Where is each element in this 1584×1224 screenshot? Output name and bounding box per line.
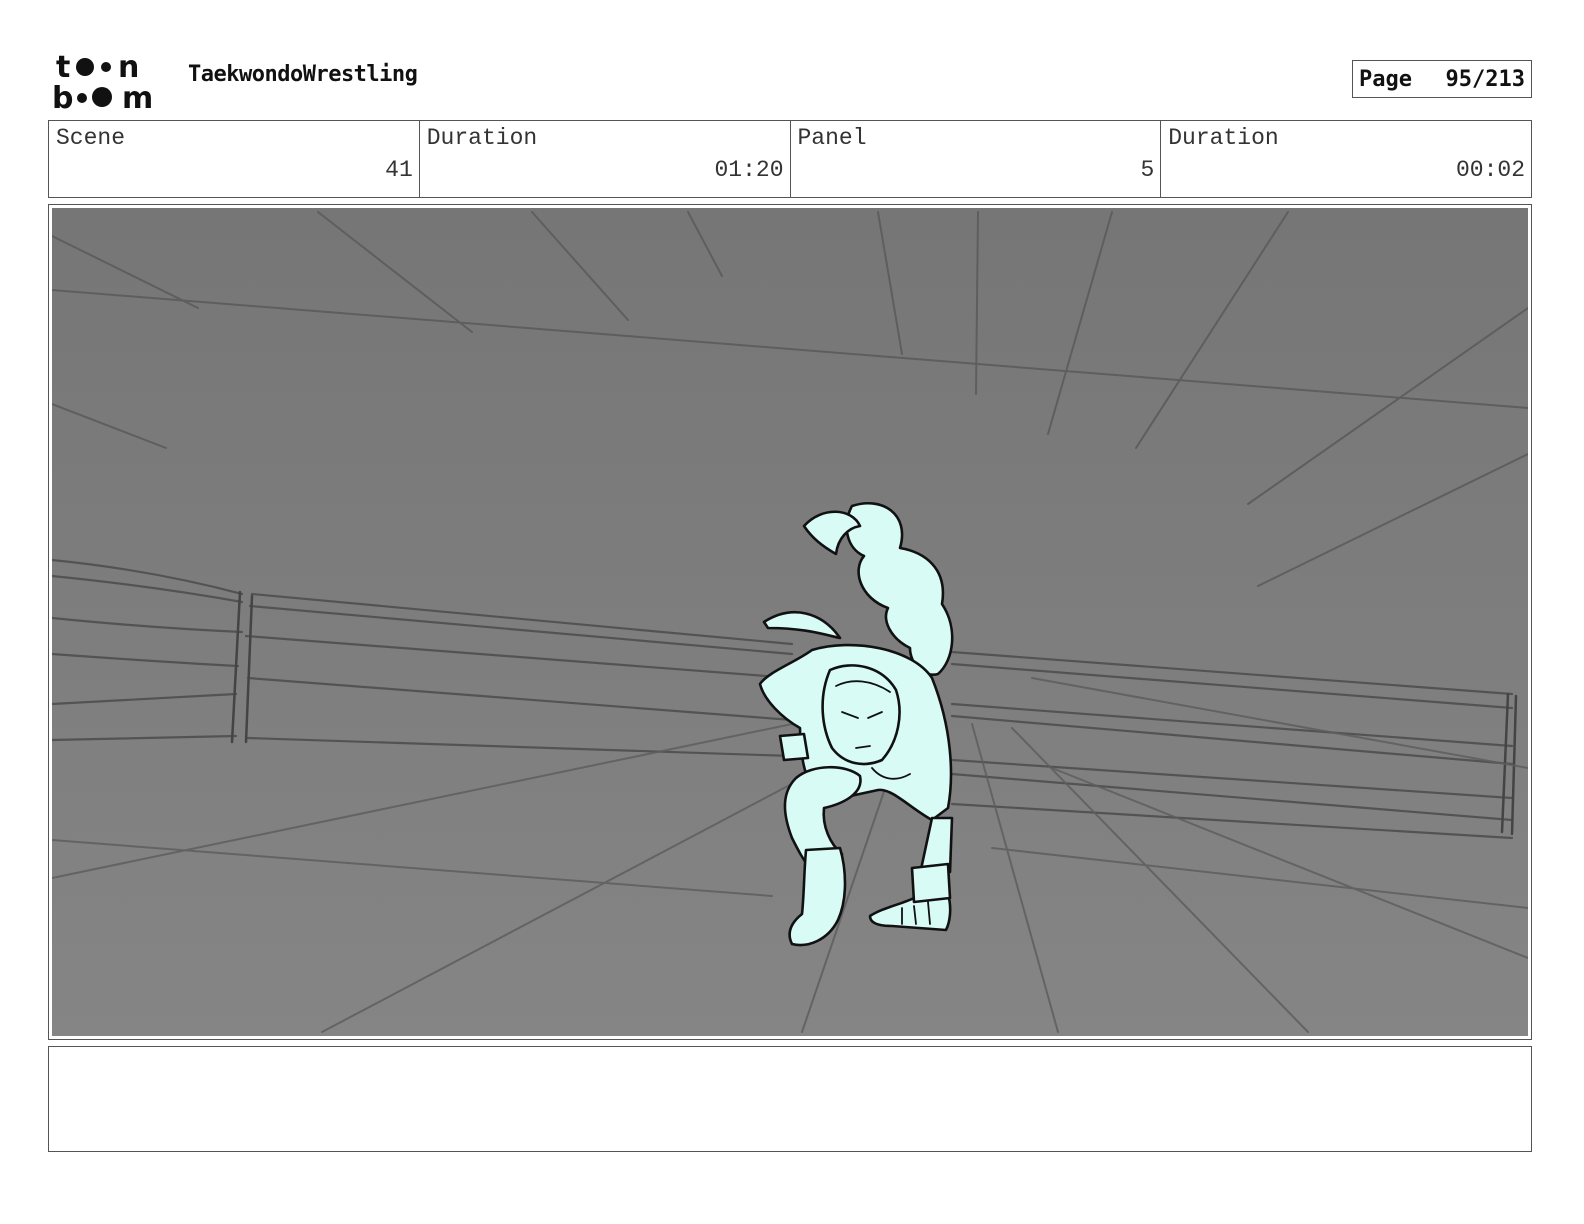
svg-text:t: t — [56, 50, 70, 85]
project-title: TaekwondoWrestling — [188, 62, 418, 87]
storyboard-panel — [48, 204, 1532, 1040]
scene-duration-cell: Duration 01:20 — [420, 121, 791, 197]
svg-text:m: m — [122, 81, 153, 112]
scene-label: Scene — [56, 125, 126, 151]
panel-cell: Panel 5 — [791, 121, 1162, 197]
svg-text:n: n — [118, 50, 139, 85]
panel-duration-label: Duration — [1168, 125, 1279, 151]
panel-value: 5 — [1140, 157, 1155, 183]
page-indicator: Page 95/213 — [1352, 60, 1532, 98]
panel-duration-cell: Duration 00:02 — [1161, 121, 1531, 197]
scene-value: 41 — [385, 157, 413, 183]
page-label: Page — [1359, 66, 1412, 92]
scene-cell: Scene 41 — [49, 121, 420, 197]
svg-text:b: b — [52, 81, 73, 112]
panel-notes — [48, 1046, 1532, 1152]
page-number: 95/213 — [1445, 66, 1525, 92]
panel-info-table: Scene 41 Duration 01:20 Panel 5 Duration… — [48, 120, 1532, 198]
panel-label: Panel — [797, 125, 867, 151]
panel-duration-value: 00:02 — [1455, 157, 1525, 183]
toon-boom-logo: t n b m — [52, 50, 153, 112]
storyboard-sketch — [52, 208, 1528, 1036]
scene-duration-value: 01:20 — [714, 157, 784, 183]
scene-duration-label: Duration — [426, 125, 538, 151]
